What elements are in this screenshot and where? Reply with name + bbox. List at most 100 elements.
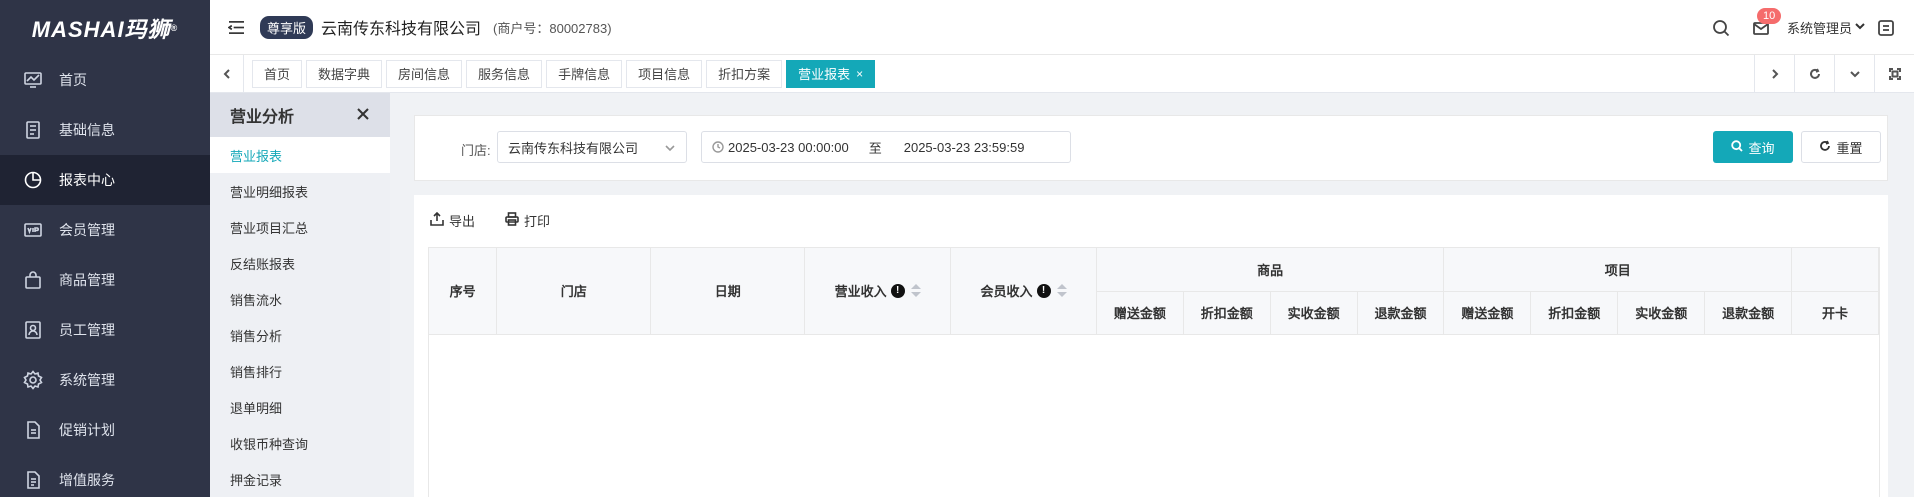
subnav-item-label: 反结账报表 [230, 256, 296, 272]
column-header-goods-discount: 折扣金额 [1183, 291, 1271, 335]
subnav-item-business-detail[interactable]: 营业明细报表 [210, 173, 390, 209]
sortable-header: 营业收入 ! [835, 281, 921, 300]
printer-icon [505, 212, 524, 229]
tab-discount-plan[interactable]: 折扣方案 [706, 59, 783, 88]
nav-item-value-added[interactable]: 增值服务 [0, 455, 210, 497]
nav-item-home[interactable]: 首页 [0, 55, 210, 105]
tab-label: 数据字典 [318, 67, 371, 82]
search-icon[interactable] [1709, 16, 1733, 40]
query-button-label: 查询 [1748, 140, 1775, 156]
nav-item-basic-info[interactable]: 基础信息 [0, 105, 210, 155]
brand-logo[interactable]: MASHAI玛狮 ® [0, 0, 210, 55]
store-select-value: 云南传东科技有限公司 [508, 140, 639, 156]
report-subnav: 营业分析 营业报表 营业明细报表 营业项目汇总 反结账报表 销售流水 销售分析 … [210, 93, 390, 497]
date-start[interactable]: 2025-03-23 00:00:00 [728, 140, 849, 155]
column-header-revenue[interactable]: 营业收入 ! [804, 248, 952, 335]
close-tab-icon[interactable]: × [856, 67, 863, 81]
tab-project-info[interactable]: 项目信息 [626, 59, 703, 88]
subnav-item-refund-detail[interactable]: 退单明细 [210, 389, 390, 425]
print-button[interactable]: 打印 [505, 211, 550, 230]
tab-home[interactable]: 首页 [252, 59, 303, 88]
nav-item-system[interactable]: 系统管理 [0, 355, 210, 405]
subnav-item-sales-flow[interactable]: 销售流水 [210, 281, 390, 317]
top-header: 尊享版 云南传东科技有限公司 (商户号：80002783) 10 系统管理员 [210, 0, 1914, 55]
column-header-seq: 序号 [429, 248, 498, 335]
column-header-items-refund: 退款金额 [1704, 291, 1793, 335]
user-menu[interactable]: 系统管理员 [1787, 18, 1866, 37]
pie-chart-icon [22, 169, 44, 191]
tabs-scroll-left-icon[interactable] [210, 54, 244, 93]
message-count-badge: 10 [1756, 7, 1782, 24]
file-list-icon [22, 469, 44, 491]
tab-data-dictionary[interactable]: 数据字典 [306, 59, 383, 88]
nav-item-promotion[interactable]: 促销计划 [0, 405, 210, 455]
column-header-goods-received: 实收金额 [1270, 291, 1358, 335]
column-header-member-income[interactable]: 会员收入 ! [950, 248, 1097, 335]
employee-badge-icon [22, 319, 44, 341]
column-header-label: 营业收入 [834, 284, 887, 300]
fullscreen-icon[interactable] [1874, 55, 1914, 93]
subnav-item-sales-analysis[interactable]: 销售分析 [210, 317, 390, 353]
subnav-item-business-report[interactable]: 营业报表 [210, 137, 390, 173]
tab-room-info[interactable]: 房间信息 [386, 59, 463, 88]
subnav-item-label: 营业明细报表 [230, 184, 309, 200]
nav-item-label: 员工管理 [59, 322, 115, 338]
subnav-item-reverse-checkout[interactable]: 反结账报表 [210, 245, 390, 281]
subnav-item-label: 销售排行 [230, 364, 283, 380]
document-icon [22, 119, 44, 141]
nav-item-goods[interactable]: 商品管理 [0, 255, 210, 305]
info-icon[interactable]: ! [1036, 283, 1051, 298]
app-root: MASHAI玛狮 ® 首页 基础信息 报表中心 会员管理 商品管理 员工管理 系… [0, 0, 1914, 497]
reset-button[interactable]: 重置 [1801, 131, 1881, 163]
tabs-dropdown-icon[interactable] [1834, 55, 1874, 93]
info-icon[interactable]: ! [890, 283, 905, 298]
dashboard-icon [22, 69, 44, 91]
nav-item-employee[interactable]: 员工管理 [0, 305, 210, 355]
sort-icon[interactable] [1056, 284, 1067, 298]
export-button[interactable]: 导出 [430, 211, 475, 230]
close-icon[interactable] [356, 107, 372, 123]
tabs-bar: 首页 数据字典 房间信息 服务信息 手牌信息 项目信息 折扣方案 营业报表 × [210, 54, 1914, 93]
nav-item-label: 报表中心 [59, 172, 115, 188]
edition-badge: 尊享版 [260, 15, 314, 39]
subnav-item-label: 押金记录 [230, 472, 283, 488]
subnav-item-label: 销售流水 [230, 292, 283, 308]
tab-service-info[interactable]: 服务信息 [466, 59, 543, 88]
store-select[interactable]: 云南传东科技有限公司 [497, 131, 687, 163]
tab-wristband-info[interactable]: 手牌信息 [546, 59, 623, 88]
refresh-icon[interactable] [1794, 55, 1834, 93]
column-header-open-card: 开卡 [1791, 291, 1879, 335]
query-button[interactable]: 查询 [1713, 131, 1793, 163]
nav-item-label: 促销计划 [59, 422, 115, 438]
report-table-container[interactable]: 序号 门店 日期 营业收入 ! 会员收入 ! 商品 项目 赠送金额 折扣金额 实… [428, 247, 1880, 497]
report-toolbar: 导出 打印 [430, 211, 580, 230]
column-group-goods: 商品 [1096, 248, 1445, 292]
menu-toggle-icon[interactable] [226, 17, 246, 37]
date-range-picker[interactable]: 2025-03-23 00:00:00 至 2025-03-23 23:59:5… [701, 131, 1071, 163]
header-actions: 10 系统管理员 [1709, 0, 1914, 55]
subnav-item-sales-ranking[interactable]: 销售排行 [210, 353, 390, 389]
nav-item-report-center[interactable]: 报表中心 [0, 155, 210, 205]
date-end[interactable]: 2025-03-23 23:59:59 [904, 140, 1025, 155]
tab-label: 折扣方案 [718, 67, 771, 82]
gear-icon [22, 369, 44, 391]
company-name: 云南传东科技有限公司 [321, 21, 482, 38]
nav-item-member[interactable]: 会员管理 [0, 205, 210, 255]
tab-business-report[interactable]: 营业报表 × [786, 59, 876, 88]
sortable-header: 会员收入 ! [980, 281, 1067, 300]
message-icon[interactable]: 10 [1749, 7, 1782, 40]
logout-icon[interactable] [1874, 16, 1898, 40]
subnav-item-currency-query[interactable]: 收银币种查询 [210, 425, 390, 461]
nav-item-label: 基础信息 [59, 122, 115, 138]
tab-label: 项目信息 [638, 67, 691, 82]
reset-button-label: 重置 [1836, 140, 1863, 156]
tab-label: 房间信息 [398, 67, 451, 82]
subnav-item-deposit-record[interactable]: 押金记录 [210, 461, 390, 497]
file-icon [22, 419, 44, 441]
report-table: 序号 门店 日期 营业收入 ! 会员收入 ! 商品 项目 赠送金额 折扣金额 实… [429, 248, 1879, 335]
subnav-item-project-summary[interactable]: 营业项目汇总 [210, 209, 390, 245]
column-group-items: 项目 [1443, 248, 1793, 292]
tabs-scroll-right-icon[interactable] [1754, 55, 1794, 93]
tabs-actions [1754, 55, 1914, 93]
sort-icon[interactable] [910, 284, 921, 298]
